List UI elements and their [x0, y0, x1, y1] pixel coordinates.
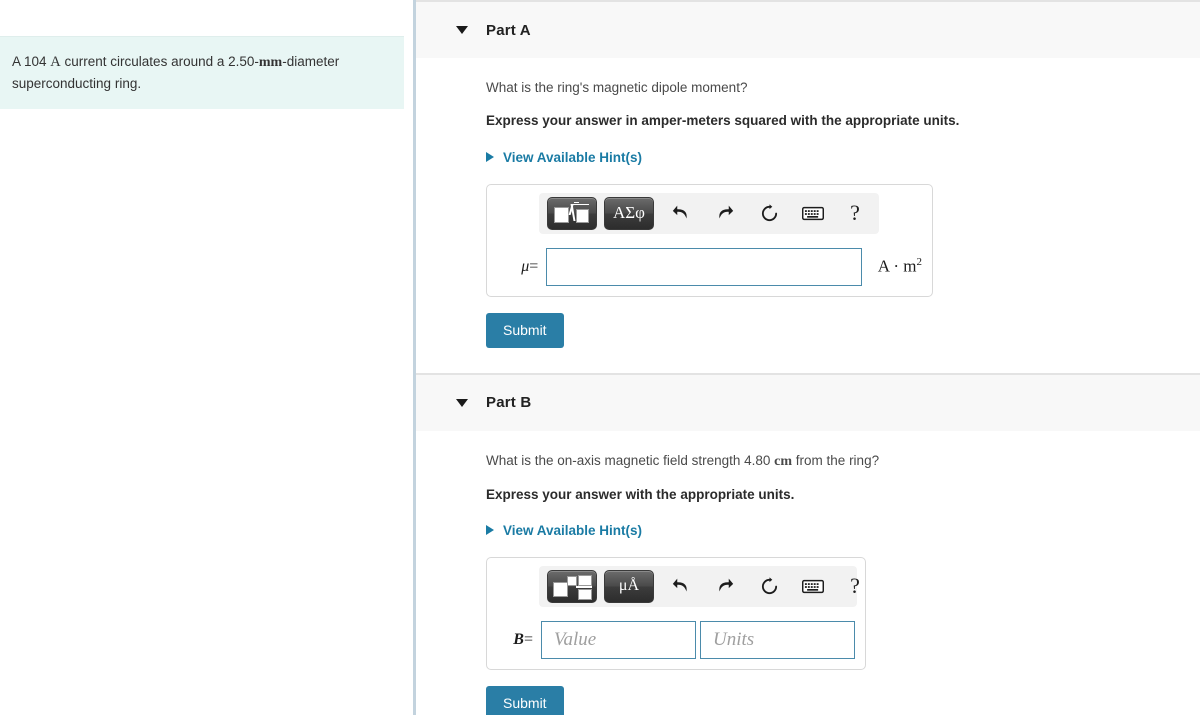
part-b-value-input[interactable]: [541, 620, 696, 659]
part-a-units-text: A · m: [877, 256, 917, 276]
part-a-submit-button[interactable]: Submit: [486, 312, 564, 348]
reset-icon[interactable]: [754, 198, 784, 228]
part-b-hint-toggle[interactable]: View Available Hint(s): [486, 505, 1200, 538]
part-b-input-row: B=: [505, 620, 855, 659]
part-a-question: What is the ring's magnetic dipole momen…: [486, 80, 748, 95]
chevron-down-icon[interactable]: [456, 398, 468, 407]
part-a-variable: μ: [521, 257, 530, 275]
help-question-mark: ?: [850, 200, 860, 225]
unit-millimeter: mm: [258, 55, 283, 70]
statement-seg-1: A 104: [12, 54, 51, 69]
part-b-question: What is the on-axis magnetic field stren…: [486, 431, 1200, 472]
part-a-header[interactable]: Part A: [416, 0, 1200, 58]
part-a-math-toolbar: ΑΣφ ?: [539, 192, 879, 234]
greek-symbols-button[interactable]: μÅ: [604, 569, 654, 603]
part-b-variable-label: B=: [505, 631, 541, 649]
part-a-answer-input[interactable]: [546, 247, 862, 286]
part-b-instruction: Express your answer with the appropriate…: [486, 486, 795, 502]
part-b-variable: B: [513, 630, 524, 648]
undo-icon[interactable]: [666, 571, 696, 601]
part-a-units-label: A · m2: [878, 256, 922, 277]
part-a-input-row: μ= A · m2: [505, 247, 922, 286]
reset-icon[interactable]: [754, 571, 784, 601]
unit-centimeter: cm: [774, 453, 793, 469]
part-b-math-toolbar: μÅ ?: [539, 565, 860, 607]
part-b-answer-panel: μÅ ? B= Value Units: [486, 556, 866, 670]
answer-pane: Part A What is the ring's magnetic dipol…: [416, 0, 1200, 715]
part-a-title: Part A: [486, 21, 531, 39]
part-b-header[interactable]: Part B: [416, 372, 1200, 431]
part-b-question-seg-1: What is the on-axis magnetic field stren…: [486, 452, 775, 468]
part-b-equals: =: [523, 630, 533, 648]
part-a-variable-label: μ=: [505, 258, 546, 276]
sqrt-template-icon[interactable]: [547, 196, 597, 230]
statement-seg-2: current circulates around a 2.50-: [60, 54, 259, 69]
part-b-title: Part B: [486, 394, 532, 411]
part-b-hint-label: View Available Hint(s): [503, 522, 643, 538]
help-question-mark: ?: [850, 573, 860, 599]
part-a-hint-label: View Available Hint(s): [503, 149, 643, 165]
part-a-hint-toggle[interactable]: View Available Hint(s): [486, 132, 1200, 165]
problem-statement-pane: A 104 A current circulates around a 2.50…: [0, 0, 413, 715]
chevron-right-icon: [486, 525, 494, 536]
redo-icon[interactable]: [710, 571, 740, 601]
redo-icon[interactable]: [710, 198, 740, 228]
part-a-equals: =: [529, 257, 539, 275]
unit-ampere: A: [50, 54, 61, 70]
part-a-instruction: Express your answer in amper-meters squa…: [486, 113, 960, 129]
keyboard-icon[interactable]: [798, 571, 828, 601]
fraction-template-icon[interactable]: [547, 569, 597, 603]
help-icon[interactable]: ?: [840, 198, 870, 228]
keyboard-icon[interactable]: [798, 198, 828, 228]
chevron-down-icon[interactable]: [456, 26, 468, 34]
part-a-units-exponent: 2: [916, 256, 923, 269]
problem-statement-box: A 104 A current circulates around a 2.50…: [0, 36, 404, 109]
greek-symbols-button[interactable]: ΑΣφ: [604, 196, 654, 230]
part-a-answer-panel: ΑΣφ ? μ= A · m2: [486, 183, 933, 297]
help-icon[interactable]: ?: [840, 571, 870, 601]
part-b-question-seg-2: from the ring?: [792, 452, 880, 468]
chevron-right-icon: [486, 152, 494, 162]
part-a-body: What is the ring's magnetic dipole momen…: [416, 58, 1200, 348]
part-b-submit-button[interactable]: Submit: [486, 685, 564, 715]
part-b-units-input[interactable]: [700, 620, 855, 659]
page-root: A 104 A current circulates around a 2.50…: [0, 0, 1200, 715]
undo-icon[interactable]: [666, 198, 696, 228]
problem-statement-text: A 104 A current circulates around a 2.50…: [12, 51, 388, 95]
part-b-body: What is the on-axis magnetic field stren…: [416, 431, 1200, 715]
